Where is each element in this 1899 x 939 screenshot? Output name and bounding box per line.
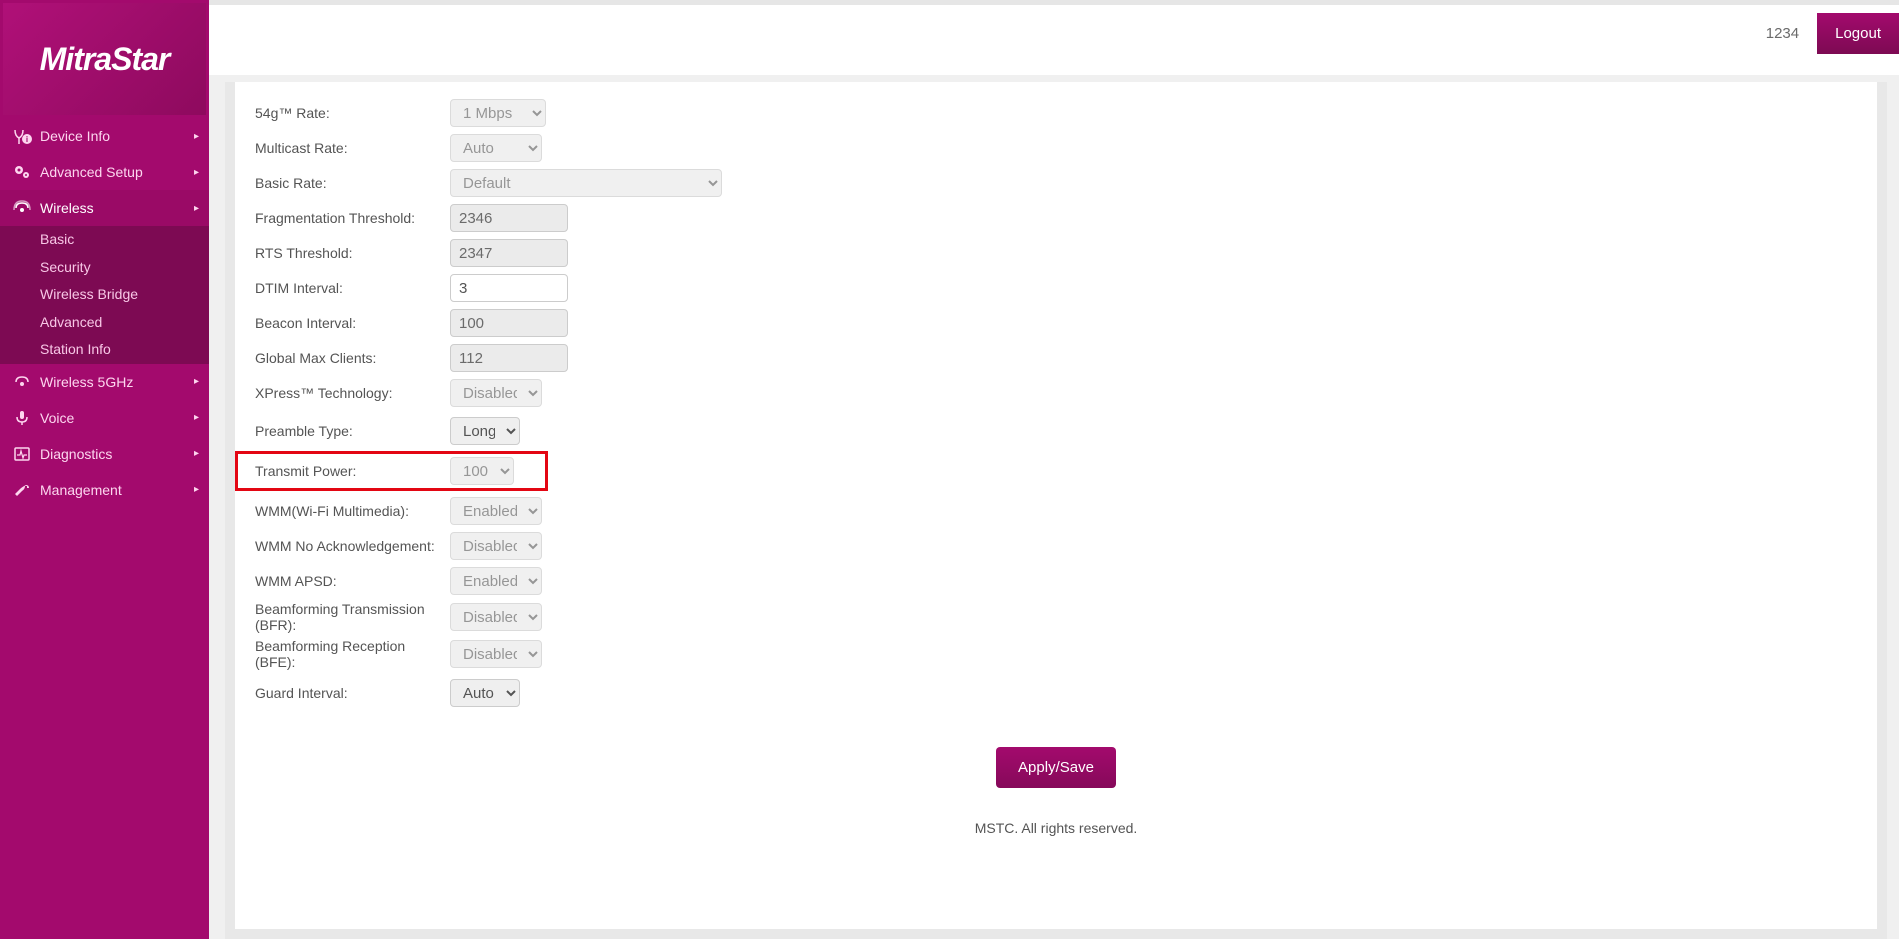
footer-text: MSTC. All rights reserved. bbox=[235, 812, 1877, 866]
content-wrap: 54g™ Rate: 1 Mbps Multicast Rate: Auto B… bbox=[225, 82, 1887, 939]
select-basic-rate: Default bbox=[450, 169, 722, 197]
nav-label: Wireless bbox=[40, 200, 94, 216]
label-wmm: WMM(Wi-Fi Multimedia): bbox=[255, 503, 450, 519]
row-beacon-interval: Beacon Interval: bbox=[255, 308, 1857, 338]
row-global-max-clients: Global Max Clients: bbox=[255, 343, 1857, 373]
row-preamble: Preamble Type: Long bbox=[255, 416, 1857, 446]
row-wmm-noack: WMM No Acknowledgement: Disabled bbox=[255, 531, 1857, 561]
input-fragmentation-threshold bbox=[450, 204, 568, 232]
content-panel[interactable]: 54g™ Rate: 1 Mbps Multicast Rate: Auto B… bbox=[235, 82, 1877, 929]
brand-text: MitraStar bbox=[40, 41, 170, 78]
chevron-right-icon: ▸ bbox=[194, 448, 199, 459]
label-xpress: XPress™ Technology: bbox=[255, 385, 450, 401]
brand-logo: MitraStar bbox=[3, 3, 206, 115]
subnav-basic[interactable]: Basic bbox=[0, 226, 209, 254]
nav-device-info[interactable]: i Device Info ▸ bbox=[0, 118, 209, 154]
form-area: 54g™ Rate: 1 Mbps Multicast Rate: Auto B… bbox=[235, 82, 1877, 812]
chevron-right-icon: ▸ bbox=[194, 412, 199, 423]
user-id: 1234 bbox=[1766, 25, 1799, 42]
nav-label: Advanced Setup bbox=[40, 164, 143, 180]
chevron-right-icon: ▸ bbox=[194, 376, 199, 387]
input-global-max-clients bbox=[450, 344, 568, 372]
wrench-icon bbox=[10, 480, 34, 500]
chevron-right-icon: ▸ bbox=[194, 203, 199, 214]
subnav-advanced[interactable]: Advanced bbox=[0, 309, 209, 337]
chevron-right-icon: ▸ bbox=[194, 131, 199, 142]
apply-wrap: Apply/Save bbox=[255, 713, 1857, 812]
label-bfe: Beamforming Reception (BFE): bbox=[255, 638, 450, 670]
nav-advanced-setup[interactable]: Advanced Setup ▸ bbox=[0, 154, 209, 190]
label-multicast-rate: Multicast Rate: bbox=[255, 140, 450, 156]
row-fragmentation-threshold: Fragmentation Threshold: bbox=[255, 203, 1857, 233]
nav-management[interactable]: Management ▸ bbox=[0, 472, 209, 508]
select-wmm: Enabled bbox=[450, 497, 542, 525]
apply-save-button[interactable]: Apply/Save bbox=[996, 747, 1116, 788]
subnav-security[interactable]: Security bbox=[0, 254, 209, 282]
select-bfe: Disabled bbox=[450, 640, 542, 668]
label-fragmentation-threshold: Fragmentation Threshold: bbox=[255, 210, 450, 226]
input-beacon-interval bbox=[450, 309, 568, 337]
select-multicast-rate: Auto bbox=[450, 134, 542, 162]
nav-label: Diagnostics bbox=[40, 446, 112, 462]
subnav-wireless-bridge[interactable]: Wireless Bridge bbox=[0, 281, 209, 309]
row-rts-threshold: RTS Threshold: bbox=[255, 238, 1857, 268]
select-bfr: Disabled bbox=[450, 603, 542, 631]
nav-wireless[interactable]: Wireless ▸ bbox=[0, 190, 209, 226]
row-wmm: WMM(Wi-Fi Multimedia): Enabled bbox=[255, 496, 1857, 526]
label-wmm-apsd: WMM APSD: bbox=[255, 573, 450, 589]
wireless-icon bbox=[10, 198, 34, 218]
row-54g-rate: 54g™ Rate: 1 Mbps bbox=[255, 98, 1857, 128]
label-rts-threshold: RTS Threshold: bbox=[255, 245, 450, 261]
select-xpress: Disabled bbox=[450, 379, 542, 407]
logout-button[interactable]: Logout bbox=[1817, 13, 1899, 54]
label-global-max-clients: Global Max Clients: bbox=[255, 350, 450, 366]
input-dtim-interval[interactable] bbox=[450, 274, 568, 302]
microphone-icon bbox=[10, 408, 34, 428]
label-54g-rate: 54g™ Rate: bbox=[255, 105, 450, 121]
antenna-info-icon: i bbox=[10, 126, 34, 146]
wireless-submenu: Basic Security Wireless Bridge Advanced … bbox=[0, 226, 209, 364]
nav-diagnostics[interactable]: Diagnostics ▸ bbox=[0, 436, 209, 472]
label-guard-interval: Guard Interval: bbox=[255, 685, 450, 701]
nav-label: Device Info bbox=[40, 128, 110, 144]
diagnostics-icon bbox=[10, 444, 34, 464]
nav-wireless-5ghz[interactable]: Wireless 5GHz ▸ bbox=[0, 364, 209, 400]
gears-icon bbox=[10, 162, 34, 182]
select-wmm-noack: Disabled bbox=[450, 532, 542, 560]
select-54g-rate: 1 Mbps bbox=[450, 99, 546, 127]
row-xpress: XPress™ Technology: Disabled bbox=[255, 378, 1857, 408]
select-preamble[interactable]: Long bbox=[450, 417, 520, 445]
label-basic-rate: Basic Rate: bbox=[255, 175, 450, 191]
nav-label: Management bbox=[40, 482, 122, 498]
label-bfr: Beamforming Transmission (BFR): bbox=[255, 601, 450, 633]
select-transmit-power: 100 bbox=[450, 457, 514, 485]
label-preamble: Preamble Type: bbox=[255, 423, 450, 439]
select-guard-interval[interactable]: Auto bbox=[450, 679, 520, 707]
row-dtim-interval: DTIM Interval: bbox=[255, 273, 1857, 303]
row-multicast-rate: Multicast Rate: Auto bbox=[255, 133, 1857, 163]
input-rts-threshold bbox=[450, 239, 568, 267]
select-wmm-apsd: Enabled bbox=[450, 567, 542, 595]
row-bfr: Beamforming Transmission (BFR): Disabled bbox=[255, 601, 1857, 633]
nav-label: Voice bbox=[40, 410, 74, 426]
label-wmm-noack: WMM No Acknowledgement: bbox=[255, 538, 450, 554]
nav-label: Wireless 5GHz bbox=[40, 374, 133, 390]
row-wmm-apsd: WMM APSD: Enabled bbox=[255, 566, 1857, 596]
sidebar: MitraStar i Device Info ▸ Advanced Setup… bbox=[0, 0, 209, 939]
label-transmit-power: Transmit Power: bbox=[255, 463, 450, 479]
topbar-right: 1234 Logout bbox=[1766, 13, 1899, 54]
row-guard-interval: Guard Interval: Auto bbox=[255, 678, 1857, 708]
label-beacon-interval: Beacon Interval: bbox=[255, 315, 450, 331]
chevron-right-icon: ▸ bbox=[194, 167, 199, 178]
row-bfe: Beamforming Reception (BFE): Disabled bbox=[255, 638, 1857, 670]
nav-voice[interactable]: Voice ▸ bbox=[0, 400, 209, 436]
wireless-5g-icon bbox=[10, 372, 34, 392]
label-dtim-interval: DTIM Interval: bbox=[255, 280, 450, 296]
subnav-station-info[interactable]: Station Info bbox=[0, 336, 209, 364]
row-basic-rate: Basic Rate: Default bbox=[255, 168, 1857, 198]
topbar: 1234 Logout bbox=[209, 0, 1899, 75]
chevron-right-icon: ▸ bbox=[194, 484, 199, 495]
svg-text:i: i bbox=[26, 135, 28, 144]
row-transmit-power: Transmit Power: 100 bbox=[235, 451, 548, 491]
